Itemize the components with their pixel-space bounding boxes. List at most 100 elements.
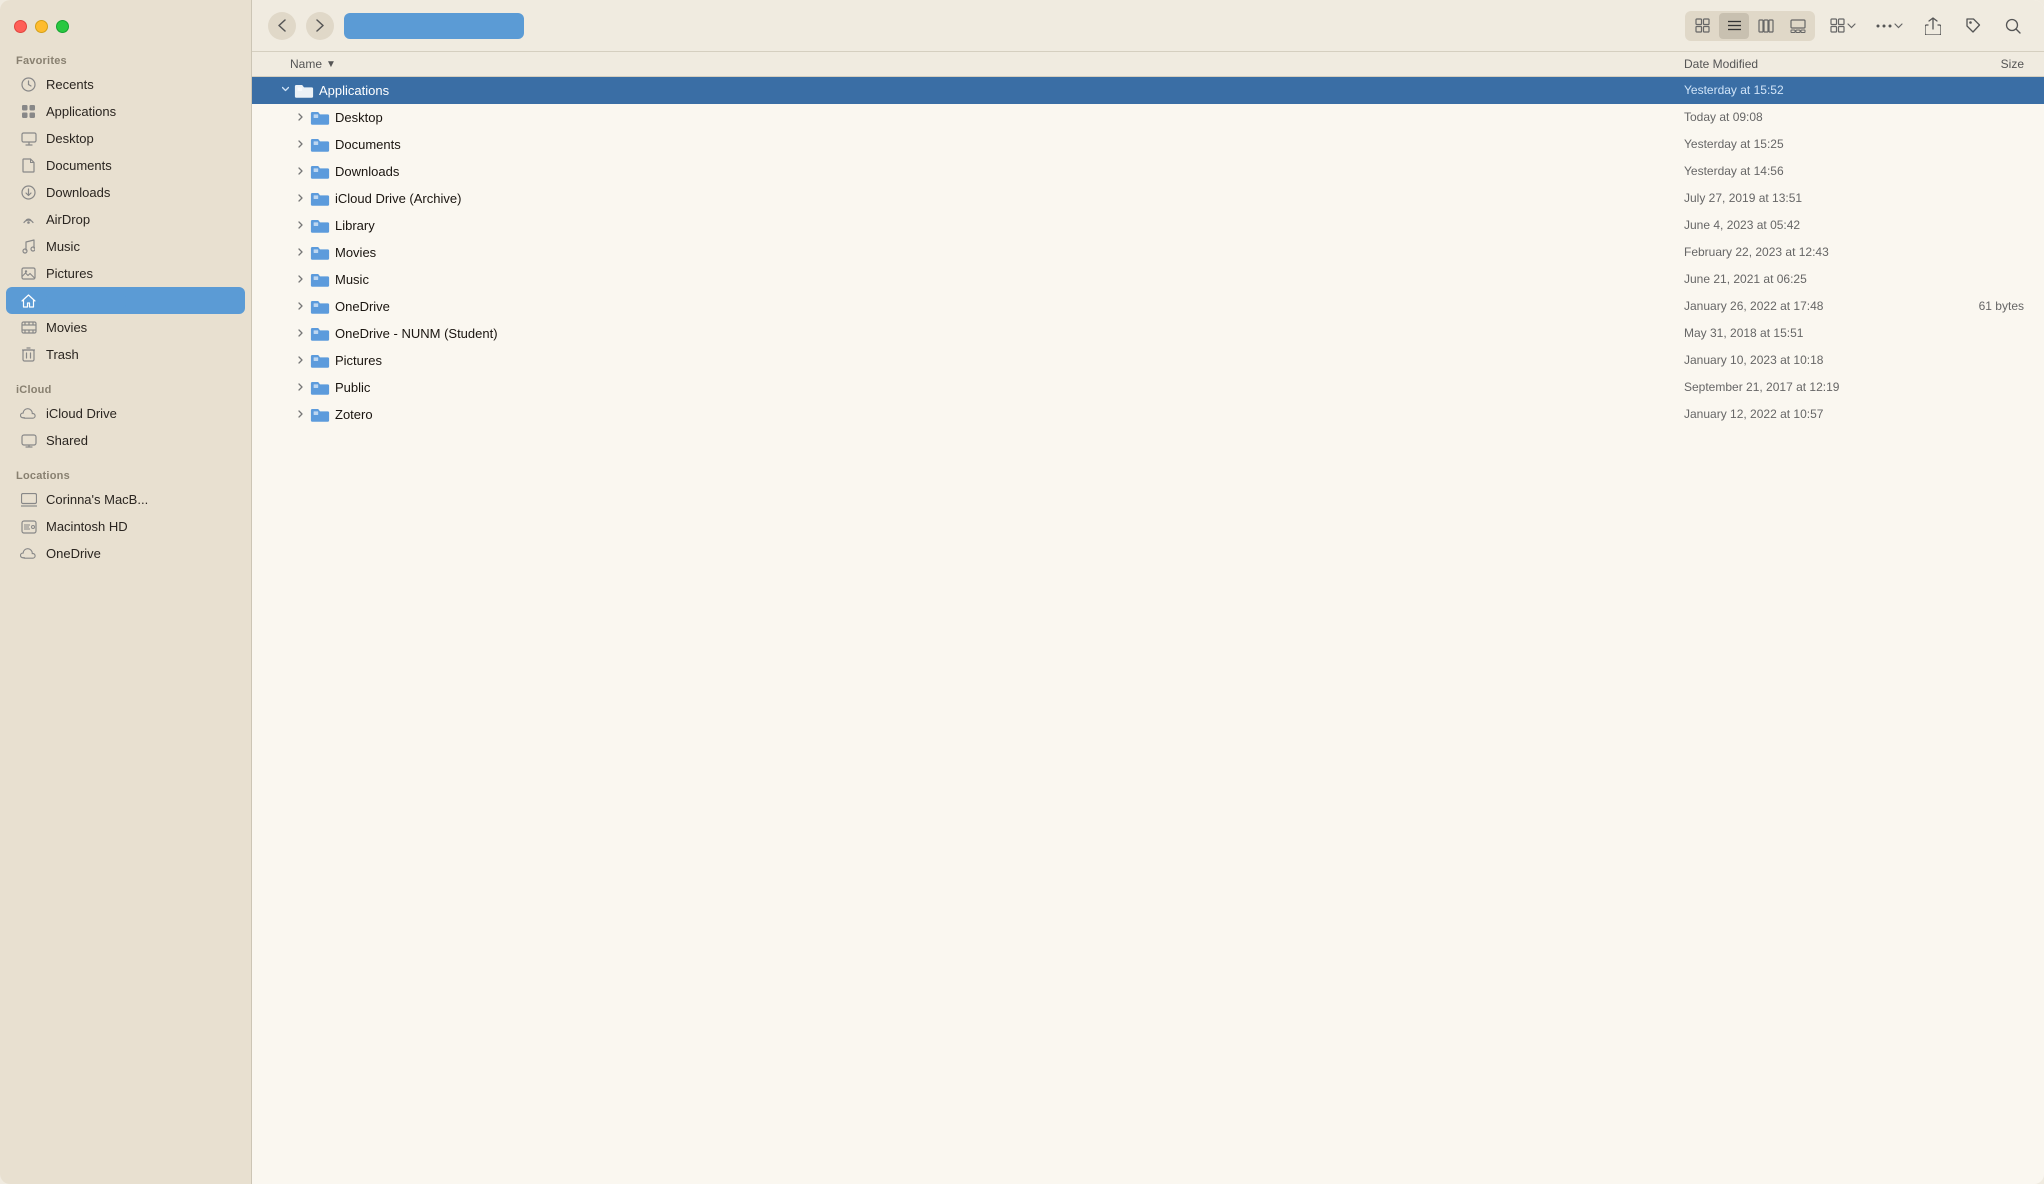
file-name: Music [335,272,1684,287]
sidebar-item-documents[interactable]: Documents [6,152,245,179]
folder-icon [310,406,330,423]
applications-icon [20,103,37,120]
file-date: September 21, 2017 at 12:19 [1684,380,1944,394]
expand-arrow[interactable] [276,81,294,99]
tag-button[interactable] [1958,11,1988,41]
file-date: Today at 09:08 [1684,110,1944,124]
folder-icon [310,109,330,126]
table-row[interactable]: Public September 21, 2017 at 12:19 [252,374,2044,401]
folder-icon [310,217,330,234]
file-name: Zotero [335,407,1684,422]
table-row[interactable]: Movies February 22, 2023 at 12:43 [252,239,2044,266]
expand-arrow[interactable] [292,135,310,153]
expand-arrow[interactable] [292,108,310,126]
sidebar-item-applications[interactable]: Applications [6,98,245,125]
table-row[interactable]: iCloud Drive (Archive) July 27, 2019 at … [252,185,2044,212]
sidebar-item-home[interactable] [6,287,245,314]
file-date: Yesterday at 14:56 [1684,164,1944,178]
file-date: June 21, 2021 at 06:25 [1684,272,1944,286]
expand-arrow[interactable] [292,378,310,396]
file-name: Desktop [335,110,1684,125]
sidebar-item-desktop[interactable]: Desktop [6,125,245,152]
back-button[interactable] [268,12,296,40]
forward-button[interactable] [306,12,334,40]
expand-arrow[interactable] [292,243,310,261]
maximize-button[interactable] [56,20,69,33]
path-bar[interactable] [344,13,524,39]
sidebar-item-label: Corinna's MacB... [46,492,148,507]
folder-icon [310,190,330,207]
table-row[interactable]: Music June 21, 2021 at 06:25 [252,266,2044,293]
sidebar-item-airdrop[interactable]: AirDrop [6,206,245,233]
table-row[interactable]: Documents Yesterday at 15:25 [252,131,2044,158]
sidebar-item-trash[interactable]: Trash [6,341,245,368]
expand-arrow[interactable] [292,216,310,234]
table-row[interactable]: OneDrive - NUNM (Student) May 31, 2018 a… [252,320,2044,347]
favorites-section-label: Favorites [0,49,251,71]
shared-icon [20,432,37,449]
size-column-header[interactable]: Size [1944,57,2044,71]
expand-arrow[interactable] [292,189,310,207]
column-view-button[interactable] [1751,13,1781,39]
table-row[interactable]: Pictures January 10, 2023 at 10:18 [252,347,2044,374]
file-date: January 10, 2023 at 10:18 [1684,353,1944,367]
sidebar-item-recents[interactable]: Recents [6,71,245,98]
file-name: OneDrive - NUNM (Student) [335,326,1684,341]
expand-arrow[interactable] [292,405,310,423]
table-row[interactable]: Library June 4, 2023 at 05:42 [252,212,2044,239]
sidebar-item-mac[interactable]: Corinna's MacB... [6,486,245,513]
expand-arrow[interactable] [292,270,310,288]
locations-section-label: Locations [0,464,251,486]
sidebar-item-label: Trash [46,347,79,362]
sidebar-item-macintosh-hd[interactable]: Macintosh HD [6,513,245,540]
expand-arrow[interactable] [292,351,310,369]
table-row[interactable]: Applications Yesterday at 15:52 [252,77,2044,104]
airdrop-icon [20,211,37,228]
sidebar-item-downloads[interactable]: Downloads [6,179,245,206]
expand-arrow[interactable] [292,324,310,342]
file-name: Library [335,218,1684,233]
sort-arrow: ▼ [326,59,336,70]
sidebar-item-pictures[interactable]: Pictures [6,260,245,287]
file-date: January 12, 2022 at 10:57 [1684,407,1944,421]
expand-arrow[interactable] [292,297,310,315]
search-button[interactable] [1998,11,2028,41]
share-button[interactable] [1918,11,1948,41]
group-button[interactable] [1825,15,1861,36]
file-date: June 4, 2023 at 05:42 [1684,218,1944,232]
sidebar-item-label: Recents [46,77,94,92]
sidebar-item-label: Music [46,239,80,254]
gallery-view-button[interactable] [1783,13,1813,39]
sidebar-item-label: Movies [46,320,87,335]
list-view-button[interactable] [1719,13,1749,39]
trash-icon [20,346,37,363]
file-name: Applications [319,83,1684,98]
sidebar-item-movies[interactable]: Movies [6,314,245,341]
sidebar-item-icloud-drive[interactable]: iCloud Drive [6,400,245,427]
sidebar-item-onedrive[interactable]: OneDrive [6,540,245,567]
table-row[interactable]: Desktop Today at 09:08 [252,104,2044,131]
icon-view-button[interactable] [1687,13,1717,39]
table-row[interactable]: Downloads Yesterday at 14:56 [252,158,2044,185]
date-column-header[interactable]: Date Modified [1684,57,1944,71]
sidebar: Favorites Recents Applications [0,0,252,1184]
file-date: May 31, 2018 at 15:51 [1684,326,1944,340]
expand-arrow[interactable] [292,162,310,180]
folder-icon [310,244,330,261]
sidebar-item-label: Desktop [46,131,94,146]
table-row[interactable]: Zotero January 12, 2022 at 10:57 [252,401,2044,428]
clock-icon [20,76,37,93]
file-list-header: Name ▼ Date Modified Size [252,52,2044,77]
name-column-header[interactable]: Name ▼ [290,57,1684,71]
onedrive-sidebar-icon [20,545,37,562]
file-date: Yesterday at 15:25 [1684,137,1944,151]
sidebar-item-shared[interactable]: Shared [6,427,245,454]
close-button[interactable] [14,20,27,33]
folder-icon [310,271,330,288]
folder-icon [310,136,330,153]
table-row[interactable]: OneDrive January 26, 2022 at 17:48 61 by… [252,293,2044,320]
sidebar-item-music[interactable]: Music [6,233,245,260]
minimize-button[interactable] [35,20,48,33]
file-name: Pictures [335,353,1684,368]
more-options-button[interactable] [1871,20,1908,32]
